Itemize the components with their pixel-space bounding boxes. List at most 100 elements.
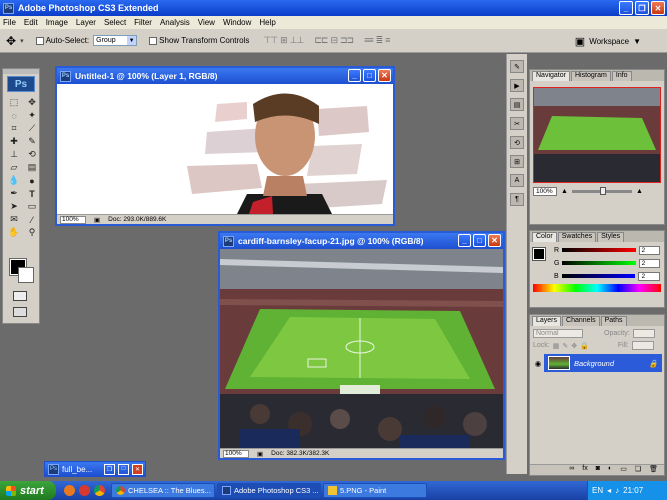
crop-tool-icon[interactable]: ⌗: [6, 122, 22, 135]
bridge-icon[interactable]: ▣: [575, 35, 585, 48]
adjustment-layer-icon[interactable]: ◐: [608, 465, 612, 475]
zoom-out-icon[interactable]: ▲: [561, 188, 568, 195]
align-right-icon[interactable]: ⊐⊐: [340, 35, 354, 46]
eyedropper-icon[interactable]: ⁄: [24, 213, 40, 226]
layer-mask-icon[interactable]: ◙: [596, 465, 600, 475]
character-icon[interactable]: A: [510, 174, 524, 187]
lasso-tool-icon[interactable]: ◌: [6, 109, 22, 122]
task-photoshop[interactable]: Adobe Photoshop CS3 ...: [217, 483, 321, 498]
history-icon[interactable]: ⟲: [510, 136, 524, 149]
menu-analysis[interactable]: Analysis: [160, 18, 190, 27]
tab-histogram[interactable]: Histogram: [570, 71, 611, 81]
minimized-document[interactable]: Ps full_be... ❐ □ ✕: [44, 461, 146, 477]
document-titlebar[interactable]: Ps cardiff-barnsley-facup-21.jpg @ 100% …: [220, 233, 503, 249]
start-button[interactable]: start: [0, 481, 56, 500]
menu-edit[interactable]: Edit: [24, 18, 38, 27]
layer-comps-icon[interactable]: ▤: [510, 98, 524, 111]
tab-layers[interactable]: Layers: [532, 316, 562, 326]
screen-mode-icon[interactable]: [13, 307, 27, 317]
menu-filter[interactable]: Filter: [134, 18, 152, 27]
lock-all-icon[interactable]: 🔒: [580, 342, 589, 350]
restore-button[interactable]: ❐: [635, 1, 649, 15]
clock[interactable]: 21:07: [623, 486, 643, 495]
align-center-icon[interactable]: ⊟: [330, 35, 337, 46]
lock-position-icon[interactable]: ✥: [571, 342, 577, 350]
menu-window[interactable]: Window: [223, 18, 251, 27]
shape-tool-icon[interactable]: ▭: [24, 200, 40, 213]
close-button[interactable]: ✕: [651, 1, 665, 15]
navigator-thumbnail[interactable]: [533, 87, 661, 183]
link-layers-icon[interactable]: ∞: [569, 465, 574, 475]
color-spectrum-ramp[interactable]: [533, 284, 661, 292]
browser-icon[interactable]: [79, 485, 90, 496]
close-button[interactable]: ✕: [378, 69, 391, 82]
actions-icon[interactable]: ✂: [510, 117, 524, 130]
menu-help[interactable]: Help: [259, 18, 275, 27]
quick-mask-icon[interactable]: [13, 291, 27, 301]
tool-preset-chevron-icon[interactable]: ▾: [20, 37, 24, 45]
new-group-icon[interactable]: ▭: [620, 465, 627, 475]
language-indicator[interactable]: EN: [592, 486, 603, 495]
align-middle-icon[interactable]: ⊞: [280, 35, 287, 46]
minimize-button[interactable]: _: [348, 69, 361, 82]
status-menu-icon[interactable]: ▣: [94, 216, 100, 224]
layer-style-icon[interactable]: fx: [582, 465, 587, 475]
auto-select-checkbox[interactable]: [35, 36, 44, 45]
zoom-in-icon[interactable]: ▲: [636, 188, 643, 195]
brushes-icon[interactable]: ✎: [510, 60, 524, 73]
layer-row-background[interactable]: ◉ Background 🔒: [532, 354, 662, 372]
value-r[interactable]: 2: [638, 245, 660, 255]
slice-tool-icon[interactable]: ⟋: [24, 122, 40, 135]
document-window-stadium[interactable]: Ps cardiff-barnsley-facup-21.jpg @ 100% …: [218, 231, 505, 460]
minimize-button[interactable]: _: [458, 234, 471, 247]
zoom-field[interactable]: 100%: [60, 215, 86, 224]
restore-icon[interactable]: ❐: [104, 463, 115, 475]
menu-image[interactable]: Image: [46, 18, 68, 27]
history-brush-icon[interactable]: ⟲: [24, 148, 40, 161]
document-window-untitled[interactable]: Ps Untitled-1 @ 100% (Layer 1, RGB/8) _ …: [55, 66, 395, 226]
slider-g[interactable]: [562, 261, 636, 265]
move-tool-icon[interactable]: ✥: [6, 34, 16, 48]
paragraph-icon[interactable]: ¶: [510, 193, 524, 206]
menu-layer[interactable]: Layer: [76, 18, 96, 27]
menu-view[interactable]: View: [198, 18, 215, 27]
tool-presets-icon[interactable]: ▶: [510, 79, 524, 92]
gradient-tool-icon[interactable]: ▤: [24, 161, 40, 174]
distribute-icon[interactable]: ≡≡: [364, 35, 373, 46]
task-paint[interactable]: 5.PNG - Paint: [323, 483, 427, 498]
document-titlebar[interactable]: Ps Untitled-1 @ 100% (Layer 1, RGB/8) _ …: [57, 68, 393, 84]
blur-tool-icon[interactable]: 💧: [6, 174, 22, 187]
align-top-icon[interactable]: ⊤⊤: [263, 35, 278, 46]
tab-channels[interactable]: Channels: [562, 316, 600, 326]
network-icon[interactable]: ◂: [607, 486, 611, 495]
opacity-field[interactable]: [632, 329, 655, 338]
chrome-icon[interactable]: [94, 485, 105, 496]
magic-wand-icon[interactable]: ✦: [24, 109, 40, 122]
slider-b[interactable]: [561, 274, 636, 278]
zoom-field[interactable]: 100%: [223, 449, 249, 458]
healing-brush-icon[interactable]: ✚: [6, 135, 22, 148]
auto-select-dropdown[interactable]: Group ▼: [93, 35, 138, 46]
lock-pixels-icon[interactable]: ✎: [562, 342, 568, 350]
pen-tool-icon[interactable]: ✒: [6, 187, 22, 200]
notes-tool-icon[interactable]: ✉: [6, 213, 22, 226]
eye-icon[interactable]: ◉: [532, 354, 544, 372]
type-tool-icon[interactable]: T: [24, 187, 40, 200]
fill-field[interactable]: [631, 341, 654, 350]
blend-mode-select[interactable]: Normal: [533, 329, 583, 338]
firefox-icon[interactable]: [64, 485, 75, 496]
workspace-menu[interactable]: ▣ Workspace ▼: [575, 35, 641, 48]
panel-grip[interactable]: [3, 69, 39, 74]
align-left-icon[interactable]: ⊏⊏: [314, 35, 328, 46]
tab-swatches[interactable]: Swatches: [557, 232, 597, 242]
maximize-button[interactable]: □: [363, 69, 376, 82]
lock-transparency-icon[interactable]: ▦: [553, 342, 560, 350]
tab-styles[interactable]: Styles: [597, 232, 625, 242]
clone-source-icon[interactable]: ⊞: [510, 155, 524, 168]
tab-paths[interactable]: Paths: [600, 316, 627, 326]
navigator-zoom-field[interactable]: 100%: [533, 187, 557, 196]
distribute-center-icon[interactable]: ≣: [376, 35, 383, 46]
distribute-bottom-icon[interactable]: ≡: [385, 35, 390, 46]
maximize-icon[interactable]: □: [118, 463, 129, 475]
menu-select[interactable]: Select: [104, 18, 126, 27]
